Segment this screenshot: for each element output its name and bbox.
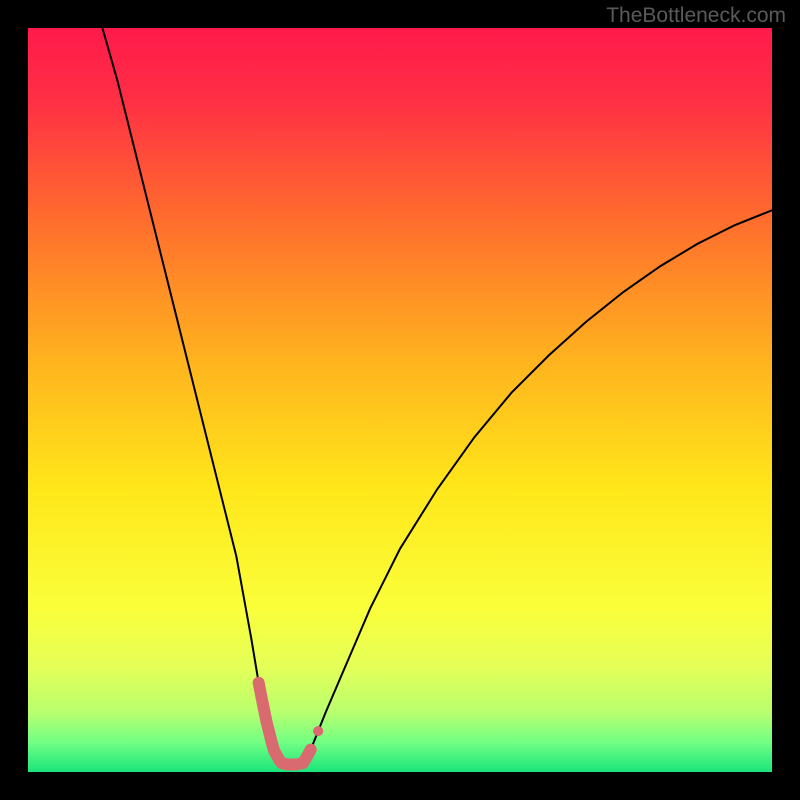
bottleneck-chart: [28, 28, 772, 772]
chart-svg: [28, 28, 772, 772]
gradient-background: [28, 28, 772, 772]
highlight-dot: [313, 726, 323, 736]
watermark-text: TheBottleneck.com: [606, 4, 786, 28]
